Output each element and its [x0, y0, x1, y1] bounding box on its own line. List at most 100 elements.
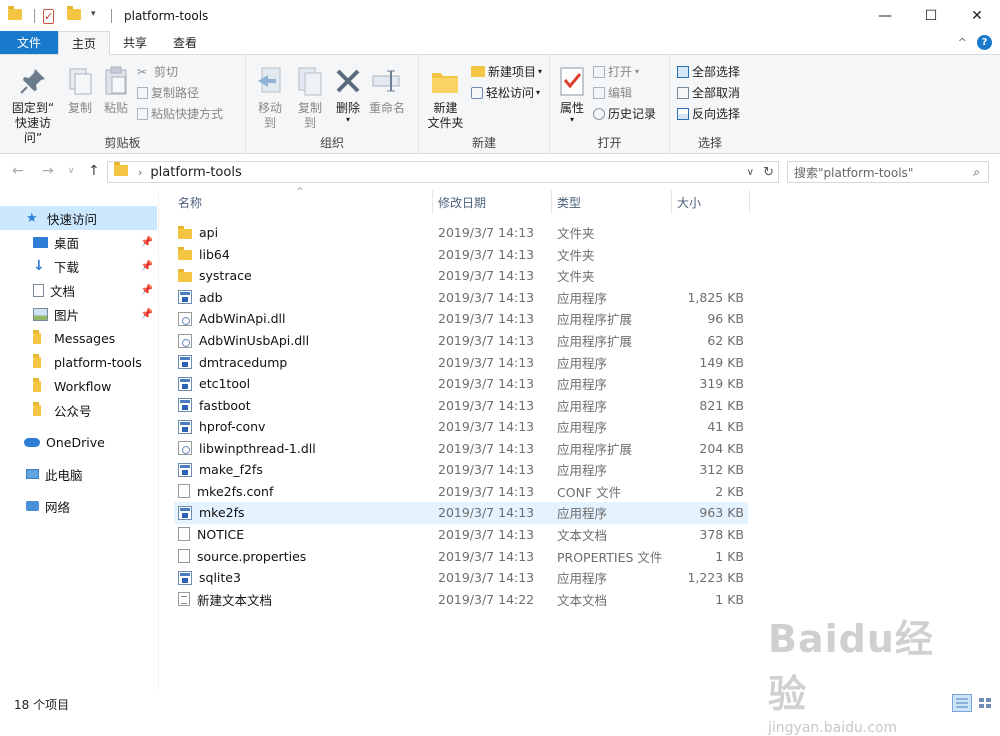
copy-path-button[interactable]: 复制路径 [134, 82, 226, 103]
properties-dropdown-icon[interactable]: ▾ [570, 116, 574, 124]
file-row[interactable]: etc1tool 2019/3/7 14:13 应用程序 319 KB [174, 373, 748, 395]
file-name-cell[interactable]: hprof-conv [178, 416, 265, 438]
file-name-cell[interactable]: lib64 [178, 244, 230, 266]
file-name-cell[interactable]: dmtracedump [178, 351, 287, 373]
maximize-button[interactable]: ☐ [908, 0, 954, 31]
pin-icon[interactable]: 📌 [141, 285, 153, 296]
close-button[interactable]: ✕ [954, 0, 1000, 31]
file-name-cell[interactable]: adb [178, 287, 223, 309]
pin-icon[interactable]: 📌 [141, 261, 153, 272]
refresh-icon[interactable]: ↻ [763, 165, 774, 180]
paste-shortcut-button[interactable]: 粘贴快捷方式 [134, 103, 226, 124]
back-arrow-icon[interactable]: ← [12, 163, 24, 179]
file-name-cell[interactable]: api [178, 222, 218, 244]
search-input[interactable]: 搜索"platform-tools" ⌕ [787, 161, 989, 183]
new-item-button[interactable]: 新建项目 ▾ [468, 61, 545, 82]
forward-arrow-icon[interactable]: → [42, 163, 54, 179]
file-row[interactable]: mke2fs 2019/3/7 14:13 应用程序 963 KB [174, 502, 748, 524]
file-name-cell[interactable]: etc1tool [178, 373, 250, 395]
nav-item-workflow[interactable]: Workflow [0, 374, 157, 398]
tab-view[interactable]: 查看 [160, 31, 210, 54]
file-row[interactable]: AdbWinUsbApi.dll 2019/3/7 14:13 应用程序扩展 62 K… [174, 330, 748, 352]
file-name-cell[interactable]: AdbWinApi.dll [178, 308, 286, 330]
history-button[interactable]: 历史记录 [590, 103, 659, 124]
edit-button[interactable]: 编辑 [590, 82, 659, 103]
nav-item-network[interactable]: 网络 [0, 494, 157, 518]
easy-access-button[interactable]: 轻松访问 ▾ [468, 82, 545, 103]
help-icon[interactable]: ? [977, 35, 992, 50]
file-name-cell[interactable]: NOTICE [178, 524, 244, 546]
cut-button[interactable]: ✂ 剪切 [134, 61, 226, 82]
nav-item-downloads[interactable]: ↓ 下载 📌 [0, 254, 157, 278]
address-bar[interactable]: › platform-tools ∨ ↻ [107, 161, 779, 183]
column-header-name[interactable]: 名称 ^ [174, 187, 432, 214]
select-all-button[interactable]: 全部选择 [674, 61, 743, 82]
file-size: 2 KB [715, 483, 744, 499]
file-name-cell[interactable]: make_f2fs [178, 459, 263, 481]
up-arrow-icon[interactable]: ↑ [88, 163, 100, 179]
nav-item-messages[interactable]: Messages [0, 326, 157, 350]
file-row[interactable]: hprof-conv 2019/3/7 14:13 应用程序 41 KB [174, 416, 748, 438]
customize-dropdown-icon[interactable]: ▾ [91, 9, 101, 23]
file-row[interactable]: NOTICE 2019/3/7 14:13 文本文档 378 KB [174, 524, 748, 546]
file-name-cell[interactable]: 新建文本文档 [178, 588, 272, 610]
file-name-cell[interactable]: mke2fs.conf [178, 481, 273, 503]
search-icon[interactable]: ⌕ [973, 165, 980, 180]
new-folder-quick-icon[interactable] [67, 5, 83, 23]
nav-item-this-pc[interactable]: 此电脑 [0, 462, 157, 486]
select-none-button[interactable]: 全部取消 [674, 82, 743, 103]
delete-dropdown-icon[interactable]: ▾ [346, 116, 350, 124]
file-row[interactable]: AdbWinApi.dll 2019/3/7 14:13 应用程序扩展 96 KB [174, 308, 748, 330]
file-name-cell[interactable]: source.properties [178, 545, 306, 567]
collapse-ribbon-icon[interactable]: ^ [958, 36, 967, 49]
file-row[interactable]: dmtracedump 2019/3/7 14:13 应用程序 149 KB [174, 351, 748, 373]
recent-dropdown-icon[interactable]: ∨ [68, 166, 75, 176]
nav-item-quick-access[interactable]: ★ 快速访问 [0, 206, 157, 230]
column-divider[interactable] [671, 190, 672, 214]
nav-item-desktop[interactable]: 桌面 📌 [0, 230, 157, 254]
file-name-cell[interactable]: systrace [178, 265, 252, 287]
nav-item-documents[interactable]: 文档 📌 [0, 278, 157, 302]
column-divider[interactable] [432, 190, 433, 214]
new-folder-icon [429, 65, 461, 97]
breadcrumb-chevron-icon[interactable]: › [138, 166, 142, 179]
pin-icon[interactable]: 📌 [141, 309, 153, 320]
tab-share[interactable]: 共享 [110, 31, 160, 54]
file-name-cell[interactable]: fastboot [178, 394, 251, 416]
column-divider[interactable] [749, 190, 750, 214]
properties-check-icon[interactable]: ✓ [43, 8, 59, 24]
file-row[interactable]: mke2fs.conf 2019/3/7 14:13 CONF 文件 2 KB [174, 481, 748, 503]
file-name-cell[interactable]: AdbWinUsbApi.dll [178, 330, 309, 352]
file-row[interactable]: adb 2019/3/7 14:13 应用程序 1,825 KB [174, 287, 748, 309]
column-header-size[interactable]: 大小 [673, 190, 749, 214]
file-row[interactable]: systrace 2019/3/7 14:13 文件夹 [174, 265, 748, 287]
nav-item-gongzhonghao[interactable]: 公众号 [0, 398, 157, 422]
nav-item-platform-tools[interactable]: platform-tools [0, 350, 157, 374]
file-row[interactable]: libwinpthread-1.dll 2019/3/7 14:13 应用程序扩展 2… [174, 438, 748, 460]
file-row[interactable]: lib64 2019/3/7 14:13 文件夹 [174, 244, 748, 266]
nav-item-pictures[interactable]: 图片 📌 [0, 302, 157, 326]
minimize-button[interactable]: — [862, 0, 908, 31]
invert-selection-button[interactable]: 反向选择 [674, 103, 743, 124]
pane-divider[interactable] [158, 190, 159, 690]
column-header-type[interactable]: 类型 [553, 190, 671, 214]
file-row[interactable]: sqlite3 2019/3/7 14:13 应用程序 1,223 KB [174, 567, 748, 589]
file-name-cell[interactable]: libwinpthread-1.dll [178, 438, 316, 460]
nav-item-onedrive[interactable]: OneDrive [0, 430, 157, 454]
breadcrumb-current[interactable]: platform-tools [150, 165, 241, 180]
column-header-date[interactable]: 修改日期 [434, 190, 552, 214]
file-name-cell[interactable]: sqlite3 [178, 567, 241, 589]
file-row[interactable]: make_f2fs 2019/3/7 14:13 应用程序 312 KB [174, 459, 748, 481]
tab-home[interactable]: 主页 [58, 31, 111, 55]
file-row[interactable]: api 2019/3/7 14:13 文件夹 [174, 222, 748, 244]
file-row[interactable]: fastboot 2019/3/7 14:13 应用程序 821 KB [174, 394, 748, 416]
address-dropdown-icon[interactable]: ∨ [747, 167, 754, 178]
large-icons-view-icon[interactable] [975, 694, 995, 712]
file-row[interactable]: 新建文本文档 2019/3/7 14:22 文本文档 1 KB [174, 588, 748, 610]
pin-icon[interactable]: 📌 [141, 237, 153, 248]
file-row[interactable]: source.properties 2019/3/7 14:13 PROPERTIE… [174, 545, 748, 567]
tab-file[interactable]: 文件 [0, 31, 59, 54]
column-divider[interactable] [551, 190, 552, 214]
open-button[interactable]: 打开 ▾ [590, 61, 659, 82]
file-name-cell[interactable]: mke2fs [178, 502, 245, 524]
